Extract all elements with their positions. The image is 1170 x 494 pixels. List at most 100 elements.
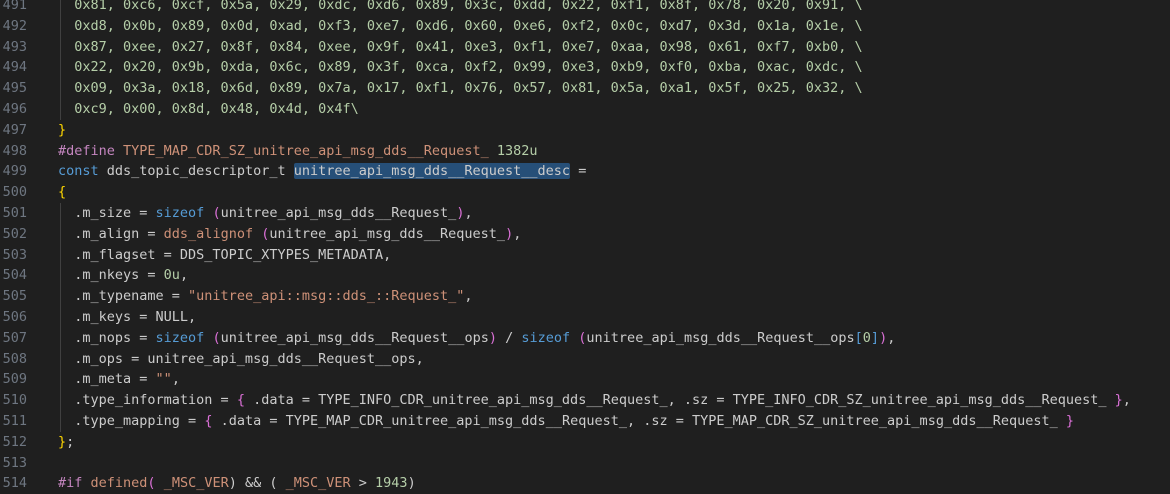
code-token: unitree_api_msg_dds__Request_ (220, 204, 457, 221)
code-line[interactable]: 504 .m_nkeys = 0u, (0, 265, 1170, 286)
code-line[interactable]: 499 const dds_topic_descriptor_t unitree_… (0, 161, 1170, 182)
code-text[interactable]: }; (58, 432, 1170, 453)
code-text[interactable]: .m_size = sizeof (unitree_api_msg_dds__R… (58, 203, 1170, 224)
code-token: ) (505, 225, 514, 242)
code-text[interactable]: .m_nkeys = 0u, (58, 265, 1170, 286)
code-text[interactable]: 0xc9, 0x00, 0x8d, 0x48, 0x4d, 0x4f\ (58, 99, 1170, 120)
code-line[interactable]: 511 .type_mapping = { .data = TYPE_MAP_C… (0, 411, 1170, 432)
code-line[interactable]: 502 .m_align = dds_alignof (unitree_api_… (0, 224, 1170, 245)
line-number: 508 (2, 350, 27, 367)
code-text[interactable]: .m_nops = sizeof (unitree_api_msg_dds__R… (58, 328, 1170, 349)
code-text[interactable]: 0x22, 0x20, 0x9b, 0xda, 0x6c, 0x89, 0x3f… (58, 57, 1170, 78)
code-text[interactable]: .m_flagset = DDS_TOPIC_XTYPES_METADATA, (58, 245, 1170, 266)
code-line[interactable]: 509 .m_meta = "", (0, 369, 1170, 390)
code-text[interactable]: .m_typename = "unitree_api::msg::dds_::R… (58, 286, 1170, 307)
code-token: .m_nops = (58, 329, 156, 346)
line-number: 514 (2, 475, 27, 492)
line-number: 510 (2, 392, 27, 409)
line-number: 499 (2, 163, 27, 180)
code-text[interactable]: 0xd8, 0x0b, 0x89, 0x0d, 0xad, 0xf3, 0xe7… (58, 16, 1170, 37)
line-number: 506 (2, 308, 27, 325)
code-token: { (236, 392, 245, 409)
code-line[interactable]: 510 .type_information = { .data = TYPE_I… (0, 390, 1170, 411)
code-line[interactable]: 491 0x81, 0xc6, 0xcf, 0x5a, 0x29, 0xdc, … (0, 0, 1170, 16)
code-token: "unitree_api::msg::dds_::Request_" (188, 288, 465, 305)
line-number: 493 (2, 38, 27, 55)
code-token: / (496, 329, 522, 346)
code-token: , (1122, 392, 1131, 409)
code-token: 0x81, 0xc6, 0xcf, 0x5a, 0x29, 0xdc, 0xd6… (58, 0, 863, 13)
code-token: .m_keys = NULL, (58, 308, 197, 325)
code-token: 0x09, 0x3a, 0x18, 0x6d, 0x89, 0x7a, 0x17… (58, 80, 863, 97)
code-token: { (58, 184, 67, 201)
code-token: .m_nkeys = (58, 267, 164, 284)
code-token: , (513, 225, 522, 242)
line-number: 501 (2, 204, 27, 221)
line-number: 496 (2, 100, 27, 117)
code-text[interactable]: .m_ops = unitree_api_msg_dds__Request__o… (58, 349, 1170, 370)
code-text[interactable]: .m_keys = NULL, (58, 307, 1170, 328)
code-line[interactable]: 512}; (0, 432, 1170, 453)
code-line[interactable]: 492 0xd8, 0x0b, 0x89, 0x0d, 0xad, 0xf3, … (0, 16, 1170, 37)
code-token: .m_ops = unitree_api_msg_dds__Request__o… (58, 350, 424, 367)
code-token: ) && ( (228, 475, 286, 492)
code-token: ) (488, 329, 497, 346)
code-line[interactable]: 494 0x22, 0x20, 0x9b, 0xda, 0x6c, 0x89, … (0, 57, 1170, 78)
code-line[interactable]: 514 #if defined( _MSC_VER) && ( _MSC_VER … (0, 473, 1170, 494)
code-text[interactable]: } (58, 120, 1170, 141)
code-text[interactable]: { (58, 182, 1170, 203)
code-line[interactable]: 503 .m_flagset = DDS_TOPIC_XTYPES_METADA… (0, 245, 1170, 266)
code-token: = (570, 163, 587, 180)
code-line[interactable]: 497} (0, 120, 1170, 141)
code-token: unitree_api_msg_dds__Request_ (269, 225, 506, 242)
code-token: 1943 (375, 475, 408, 492)
code-editor[interactable]: 491 0x81, 0xc6, 0xcf, 0x5a, 0x29, 0xdc, … (0, 0, 1170, 494)
line-number: 495 (2, 80, 27, 97)
code-line[interactable]: 493 0x87, 0xee, 0x27, 0x8f, 0x84, 0xee, … (0, 37, 1170, 58)
code-text[interactable]: .type_information = { .data = TYPE_INFO_… (58, 390, 1170, 411)
code-token: } (58, 121, 67, 138)
code-token: ( (147, 475, 164, 492)
code-token: 0x87, 0xee, 0x27, 0x8f, 0x84, 0xee, 0x9f… (58, 38, 863, 55)
code-text[interactable]: 0x09, 0x3a, 0x18, 0x6d, 0x89, 0x7a, 0x17… (58, 78, 1170, 99)
code-text[interactable]: const dds_topic_descriptor_t unitree_api… (58, 161, 1170, 182)
code-line[interactable]: 495 0x09, 0x3a, 0x18, 0x6d, 0x89, 0x7a, … (0, 78, 1170, 99)
code-text[interactable]: #define TYPE_MAP_CDR_SZ_unitree_api_msg_… (58, 141, 1170, 162)
code-line[interactable]: 505 .m_typename = "unitree_api::msg::dds… (0, 286, 1170, 307)
code-line[interactable]: 513 (0, 453, 1170, 474)
code-token: dds_topic_descriptor_t (106, 163, 294, 180)
code-text[interactable]: .m_meta = "", (58, 369, 1170, 390)
line-number: 497 (2, 121, 27, 138)
code-token: ; (66, 433, 75, 450)
code-token: } (1114, 392, 1123, 409)
code-line[interactable]: 507 .m_nops = sizeof (unitree_api_msg_dd… (0, 328, 1170, 349)
code-text[interactable]: .type_mapping = { .data = TYPE_MAP_CDR_u… (58, 411, 1170, 432)
code-text[interactable]: .m_align = dds_alignof (unitree_api_msg_… (58, 224, 1170, 245)
code-token: 0 (862, 329, 871, 346)
code-line[interactable]: 500 { (0, 182, 1170, 203)
code-token: "" (155, 371, 172, 388)
code-token: } (1065, 412, 1075, 429)
code-token: .type_mapping = (58, 412, 205, 429)
line-number: 509 (2, 371, 27, 388)
code-text[interactable]: #if defined( _MSC_VER) && ( _MSC_VER > 1… (58, 473, 1170, 494)
code-token: unitree_api_msg_dds__Request__ops (220, 329, 489, 346)
code-text[interactable]: 0x87, 0xee, 0x27, 0x8f, 0x84, 0xee, 0x9f… (58, 37, 1170, 58)
code-token: 0xd8, 0x0b, 0x89, 0x0d, 0xad, 0xf3, 0xe7… (58, 17, 863, 34)
line-number: 505 (2, 288, 27, 305)
code-token: .m_align = (58, 225, 164, 242)
code-text[interactable]: 0x81, 0xc6, 0xcf, 0x5a, 0x29, 0xdc, 0xd6… (58, 0, 1170, 16)
code-line[interactable]: 508 .m_ops = unitree_api_msg_dds__Reques… (0, 349, 1170, 370)
code-line[interactable]: 496 0xc9, 0x00, 0x8d, 0x48, 0x4d, 0x4f\ (0, 99, 1170, 120)
code-token: 0xc9, 0x00, 0x8d, 0x48, 0x4d, 0x4f\ (58, 100, 359, 117)
indent-guide (60, 0, 61, 120)
code-line[interactable]: 506 .m_keys = NULL, (0, 307, 1170, 328)
code-line[interactable]: 501 .m_size = sizeof (unitree_api_msg_dd… (0, 203, 1170, 224)
code-line[interactable]: 498 #define TYPE_MAP_CDR_SZ_unitree_api_m… (0, 141, 1170, 162)
line-number: 512 (2, 433, 27, 450)
code-token: unitree_api_msg_dds__Request__ops (586, 329, 855, 346)
line-number: 500 (2, 184, 27, 201)
code-token: .m_flagset = DDS_TOPIC_XTYPES_METADATA, (58, 246, 392, 263)
